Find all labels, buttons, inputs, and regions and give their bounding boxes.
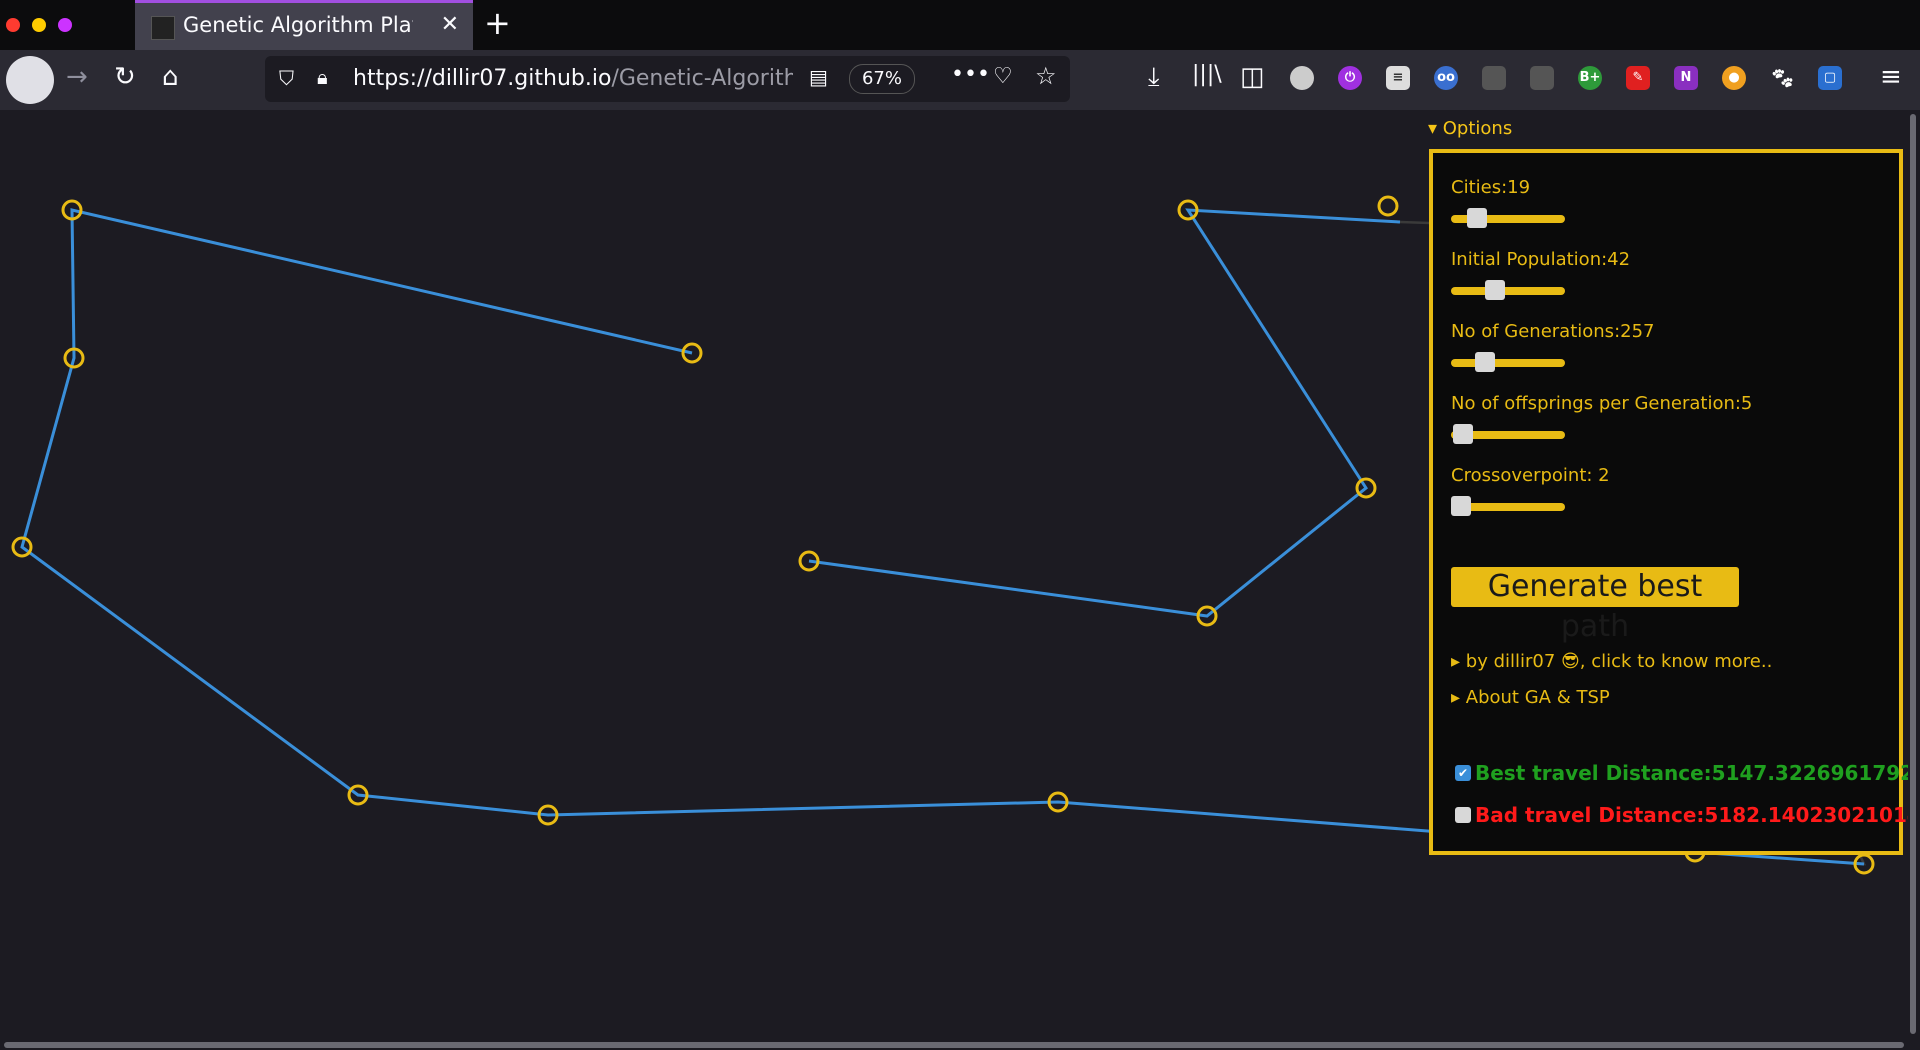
reload-icon[interactable]: ↻	[114, 62, 136, 92]
offsprings-slider[interactable]	[1451, 424, 1565, 444]
about-details-label: About GA & TSP	[1465, 687, 1610, 708]
extension-power-icon[interactable]: ⏻	[1338, 66, 1362, 90]
tab-close-icon[interactable]: ✕	[441, 12, 459, 37]
population-slider-thumb[interactable]	[1485, 280, 1505, 300]
menu-icon[interactable]: ≡	[1880, 62, 1902, 92]
options-toggle[interactable]: ▾ Options	[1428, 118, 1512, 139]
bookmark-star-icon[interactable]: ☆	[1035, 62, 1057, 90]
tab-favicon	[151, 16, 175, 40]
options-panel: Cities:19 Initial Population:42 No of Ge…	[1429, 149, 1920, 855]
best-distance-checkbox[interactable]: ✔	[1455, 765, 1471, 781]
reader-view-icon[interactable]: ▤	[809, 65, 828, 89]
about-details[interactable]: ▸ About GA & TSP	[1451, 687, 1610, 708]
tab-strip: Genetic Algorithm Playground ✕ +	[0, 0, 1920, 50]
extension-container-icon[interactable]: ▢	[1818, 66, 1842, 90]
sidebar-icon[interactable]: ◫	[1240, 62, 1265, 92]
horizontal-scrollbar[interactable]	[0, 1040, 1908, 1050]
vertical-scrollbar-thumb[interactable]	[1910, 114, 1916, 1034]
author-details[interactable]: ▸ by dillir07 😎, click to know more..	[1451, 651, 1772, 672]
population-label: Initial Population:42	[1451, 249, 1631, 270]
tab-title: Genetic Algorithm Playground	[183, 13, 413, 37]
crossover-label: Crossoverpoint: 2	[1451, 465, 1610, 486]
options-label: Options	[1442, 118, 1513, 139]
cities-label: Cities:19	[1451, 177, 1531, 198]
cities-slider-thumb[interactable]	[1467, 208, 1487, 228]
crossover-slider-thumb[interactable]	[1451, 496, 1471, 516]
url-host: https://dillir07.github.io	[353, 66, 612, 91]
best-distance-text: Best travel Distance:5147.32269617924	[1475, 761, 1920, 785]
browser-tab[interactable]: Genetic Algorithm Playground ✕	[135, 0, 473, 50]
extension-gnome-icon[interactable]: 🐾︎	[1770, 66, 1795, 90]
pocket-icon[interactable]: ♡	[993, 64, 1013, 89]
bad-distance-checkbox[interactable]	[1455, 807, 1471, 823]
extension-onenote-icon[interactable]: N	[1674, 66, 1698, 90]
forward-arrow-icon[interactable]: →	[66, 62, 88, 92]
cities-slider[interactable]	[1451, 208, 1565, 228]
new-tab-button[interactable]: +	[484, 4, 511, 42]
home-icon[interactable]: ⌂	[162, 62, 179, 92]
back-button[interactable]	[6, 56, 54, 104]
city-marker	[1377, 195, 1399, 217]
generate-best-path-button[interactable]: Generate best path	[1451, 567, 1739, 644]
best-path-segment	[808, 208, 1401, 618]
generations-slider-thumb[interactable]	[1475, 352, 1495, 372]
more-actions-icon[interactable]: •••	[951, 62, 990, 87]
zoom-indicator[interactable]: 67%	[849, 64, 915, 94]
url-bar[interactable]: ⛉ 🔒︎ https://dillir07.github.io/Genetic-…	[265, 56, 1070, 102]
author-details-label: by dillir07 😎, click to know more..	[1465, 651, 1773, 672]
extension-eyes-icon[interactable]: oo	[1434, 66, 1458, 90]
offsprings-label: No of offsprings per Generation:5	[1451, 393, 1753, 414]
offsprings-slider-thumb[interactable]	[1453, 424, 1473, 444]
minimize-window-button[interactable]	[32, 18, 46, 32]
url-text[interactable]: https://dillir07.github.io/Genetic-Algor…	[353, 66, 793, 91]
extension-image-icon[interactable]	[1530, 66, 1554, 90]
bad-distance-text: Bad travel Distance:5182.140230210142	[1475, 803, 1920, 827]
close-window-button[interactable]	[6, 18, 20, 32]
lock-icon[interactable]: 🔒︎	[317, 65, 328, 89]
extension-magic-icon[interactable]: ✎	[1626, 66, 1650, 90]
profile-avatar-icon[interactable]	[1290, 66, 1314, 90]
library-icon[interactable]: |||\	[1192, 62, 1222, 87]
extension-notes-icon[interactable]: ≡	[1386, 66, 1410, 90]
navigation-bar: → ↻ ⌂ ⛉ 🔒︎ https://dillir07.github.io/Ge…	[0, 50, 1920, 110]
crossover-slider[interactable]	[1451, 496, 1565, 516]
extension-bplus-icon[interactable]: B+	[1578, 66, 1602, 90]
downloads-icon[interactable]: ⤓	[1148, 62, 1160, 93]
shield-icon[interactable]: ⛉	[279, 66, 294, 90]
extension-grid-icon[interactable]	[1482, 66, 1506, 90]
maximize-window-button[interactable]	[58, 18, 72, 32]
horizontal-scrollbar-thumb[interactable]	[4, 1042, 1904, 1048]
generations-label: No of Generations:257	[1451, 321, 1655, 342]
vertical-scrollbar[interactable]	[1908, 110, 1920, 1040]
extension-chrome-icon[interactable]: ●	[1722, 66, 1746, 90]
url-path: /Genetic-Algorithm	[611, 66, 793, 91]
population-slider[interactable]	[1451, 280, 1565, 300]
generations-slider[interactable]	[1451, 352, 1565, 372]
